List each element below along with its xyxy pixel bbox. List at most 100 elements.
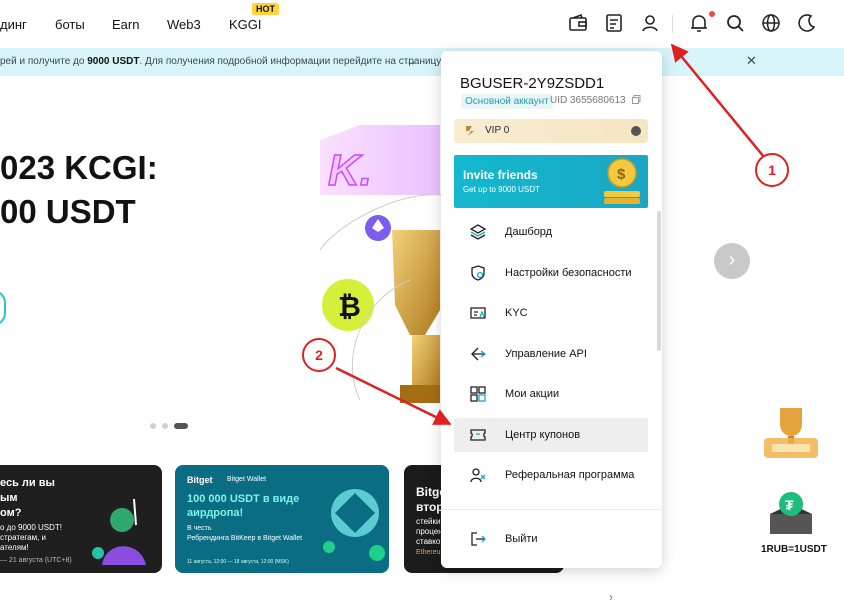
card2-title-line: 100 000 USDT в виде [187, 493, 300, 505]
nav-item-bots[interactable]: боты [55, 17, 85, 32]
annotation-number-1: 1 [755, 153, 789, 187]
carousel-next-button[interactable]: › [714, 243, 750, 279]
annotation-number-2: 2 [302, 338, 336, 372]
carousel-dot[interactable] [150, 423, 156, 429]
coin-stack-icon: $ [604, 158, 640, 204]
card2-brand: Bitget [187, 475, 213, 485]
chevron-right-icon[interactable]: › [609, 590, 613, 604]
menu-item-label: Мои акции [505, 388, 560, 400]
layers-icon [469, 224, 487, 240]
hero-cta-button[interactable] [0, 290, 6, 326]
user-id: UID 3655680613 [550, 95, 626, 106]
promo-banner: рей и получите до 9000 USDT. Для получен… [0, 48, 844, 76]
menu-item-label: Дашборд [505, 226, 553, 238]
vip-level: VIP 0 [485, 125, 510, 136]
api-icon [471, 347, 487, 361]
scrollbar-thumb[interactable] [657, 211, 661, 351]
nav-item-trading[interactable]: динг [0, 17, 27, 32]
card1-text-line: стратегам, и [0, 533, 47, 542]
globe-icon[interactable] [760, 12, 782, 34]
card2-sub-line: В честь [187, 525, 212, 532]
card2-brand-wallet: Bitget Wallet [227, 476, 267, 483]
rub-usdt-icon: ₮ [770, 492, 812, 534]
menu-item-coupon-center[interactable]: Центр купонов [454, 418, 648, 452]
orders-icon[interactable] [603, 12, 625, 34]
carousel-dot[interactable] [162, 423, 168, 429]
card1-title-line: ым [0, 492, 18, 504]
vip-logo-icon [466, 126, 474, 136]
card1-title-line: есь ли вы [0, 477, 55, 489]
invite-subtitle: Get up to 9000 USDT [463, 185, 540, 194]
account-type-badge: Основной аккаунт [461, 94, 553, 109]
banner-close-icon[interactable]: ✕ [746, 53, 757, 69]
logout-label: Выйти [505, 533, 538, 545]
svg-text:K.: K. [328, 146, 372, 195]
account-dropdown: BGUSER-2Y9ZSDD1 Основной аккаунт UID 365… [441, 51, 662, 568]
carousel-dot-active[interactable] [174, 423, 188, 429]
card1-date: — 21 августа (UTC+8) [0, 557, 72, 564]
nav-divider [672, 15, 673, 33]
card1-title-line: ом? [0, 507, 22, 519]
wallet-icon[interactable] [567, 12, 589, 34]
user-icon[interactable] [639, 12, 661, 34]
nav-item-earn[interactable]: Earn [112, 17, 139, 32]
hot-badge: HOT [252, 3, 279, 15]
menu-item-my-promotions[interactable]: Мои акции [454, 377, 648, 411]
card2-sub-line: Ребрендинга BitKeep в Bitget Wallet [187, 535, 303, 542]
search-icon[interactable] [724, 12, 746, 34]
shield-icon [471, 265, 485, 281]
vip-level-bar[interactable]: VIP 0 [454, 119, 648, 143]
card3-title-line: втор [416, 500, 444, 514]
grid-icon [470, 386, 486, 402]
promo-card-2[interactable]: Bitget Bitget Wallet 100 000 USDT в виде… [175, 465, 389, 573]
trophy-widget[interactable] [758, 402, 824, 464]
banner-text[interactable]: рей и получите до 9000 USDT. Для получен… [0, 56, 499, 67]
moon-icon[interactable] [796, 12, 818, 34]
card3-text-line: стейки [416, 517, 441, 526]
menu-item-label: Реферальная программа [505, 469, 635, 481]
notification-dot [709, 11, 715, 17]
menu-item-label: Центр купонов [505, 429, 581, 441]
menu-item-security[interactable]: Настройки безопасности [454, 256, 648, 290]
panel-divider [441, 509, 662, 510]
svg-text:₿: ₿ [338, 291, 361, 322]
menu-item-label: KYC [505, 307, 528, 319]
top-nav: динг боты Earn Web3 KGGI HOT [0, 0, 844, 48]
menu-item-kyc[interactable]: KYC [454, 296, 648, 330]
svg-text:₮: ₮ [785, 497, 794, 513]
hero-illustration: K. ₿ [319, 125, 460, 403]
menu-item-referral[interactable]: Реферальная программа [454, 458, 648, 492]
menu-item-dashboard[interactable]: Дашборд [454, 215, 648, 249]
logout-button[interactable]: Выйти [454, 522, 648, 556]
coupon-icon [470, 429, 486, 441]
card2-title-line: аирдропа! [187, 507, 244, 519]
card3-text-line: ставко [416, 537, 441, 546]
page-root: динг боты Earn Web3 KGGI HOT рей и получ… [0, 0, 844, 605]
card3-text-line: процен [416, 527, 443, 536]
card2-footer: 11 августа, 12:00 — 18 августа, 12:00 (M… [187, 559, 289, 565]
vip-arrow-icon[interactable] [631, 126, 641, 136]
nav-item-kggi[interactable]: KGGI [229, 17, 262, 32]
panel-scrollbar[interactable] [657, 211, 661, 509]
id-card-icon [470, 307, 486, 319]
promo-card-1[interactable]: есь ли вы ым ом? о до 9000 USDT! стратег… [0, 465, 162, 573]
card2-illustration [323, 489, 385, 561]
invite-friends-banner[interactable]: Invite friends Get up to 9000 USDT $ [454, 155, 648, 208]
referral-icon [470, 468, 486, 483]
bell-icon[interactable] [688, 12, 710, 34]
rub-usdt-widget[interactable]: ₮ 1RUB=1USDT [758, 492, 827, 555]
menu-item-label: Управление API [505, 348, 587, 360]
svg-text:$: $ [617, 166, 626, 183]
hero-title: 023 KCGI: 00 USDT [0, 149, 158, 230]
card1-text-line: ателям! [0, 543, 29, 552]
menu-item-label: Настройки безопасности [505, 267, 632, 279]
logout-icon [471, 532, 486, 546]
banner-arrow-icon[interactable]: → [405, 54, 417, 68]
nav-item-web3[interactable]: Web3 [167, 17, 201, 32]
card1-illustration [92, 498, 146, 565]
invite-title: Invite friends [463, 168, 538, 182]
card1-text-line: о до 9000 USDT! [0, 523, 63, 532]
menu-item-api[interactable]: Управление API [454, 337, 648, 371]
copy-icon[interactable] [632, 95, 641, 104]
username: BGUSER-2Y9ZSDD1 [460, 75, 605, 92]
